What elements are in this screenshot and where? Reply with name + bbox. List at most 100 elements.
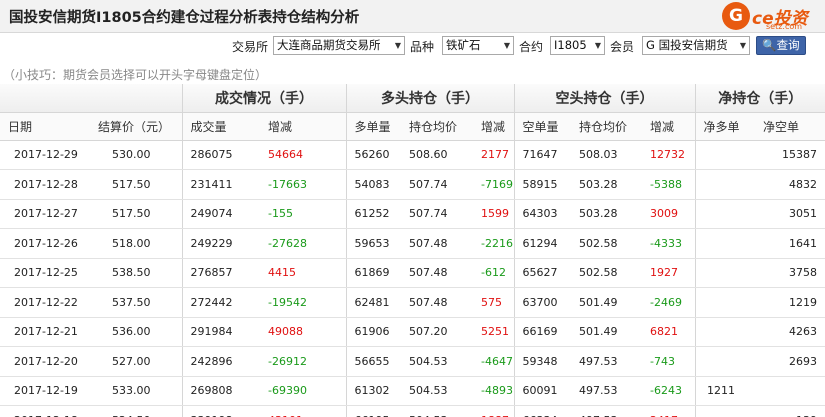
col-short-change[interactable]: 增减 <box>642 112 695 141</box>
exchange-select-value: 大连商品期货交易所 <box>277 38 381 52</box>
cell-net-long <box>694 287 755 318</box>
table-row: 2017-12-19 533.00 269808 -69390 61302 504.53-… <box>0 376 825 406</box>
cell-net-long <box>694 258 755 288</box>
table-group-header: 成交情况（手） 多头持仓（手） 空头持仓（手） 净持仓（手） <box>0 84 825 113</box>
table-row: 2017-12-28 517.50 231411 -17663 54083 507.74-… <box>0 169 825 200</box>
cell-long-avg: 507.74 <box>401 169 473 200</box>
col-volume-change[interactable]: 增减 <box>260 112 346 141</box>
contract-select[interactable]: I1805 ▼ <box>550 36 605 55</box>
cell-short-change: -743 <box>642 346 695 377</box>
exchange-label: 交易所 <box>232 40 269 54</box>
table-row: 2017-12-25 538.50 276857 4415 61869 507.48 -61… <box>0 258 825 288</box>
site-logo[interactable]: G ce投资 setz.com <box>722 2 822 32</box>
chevron-down-icon: ▼ <box>594 41 601 50</box>
table-row: 2017-12-22 537.50 272442 -19542 62481 507.48 5… <box>0 287 825 318</box>
cell-net-short: 1219 <box>755 287 825 318</box>
col-settle[interactable]: 结算价（元） <box>90 112 182 141</box>
cell-short-change: 6821 <box>642 317 695 347</box>
cell-volume: 339198 <box>181 405 260 417</box>
group-long: 多头持仓（手） <box>345 84 514 113</box>
col-long[interactable]: 多单量 <box>345 112 401 141</box>
cell-settle: 527.00 <box>90 346 182 377</box>
cell-settle: 524.50 <box>90 405 182 417</box>
cell-short: 59348 <box>513 346 571 377</box>
cell-long: 66195 <box>345 405 401 417</box>
cell-short-change: -4333 <box>642 228 695 259</box>
cell-net-short: 139 <box>755 405 825 417</box>
cell-long-change: -7169 <box>473 169 514 200</box>
col-short[interactable]: 空单量 <box>513 112 571 141</box>
col-long-avg[interactable]: 持仓均价 <box>401 112 473 141</box>
cell-settle: 536.00 <box>90 317 182 347</box>
cell-net-short: 3758 <box>755 258 825 288</box>
cell-long-avg: 507.48 <box>401 228 473 259</box>
col-volume[interactable]: 成交量 <box>181 112 260 141</box>
chevron-down-icon: ▼ <box>394 41 401 50</box>
col-net-long[interactable]: 净多单 <box>694 112 755 141</box>
cell-volume: 286075 <box>181 140 260 170</box>
query-button-label: 查询 <box>776 38 800 52</box>
cell-date: 2017-12-27 <box>0 199 90 229</box>
cell-long: 56655 <box>345 346 401 377</box>
cell-long-change: -4647 <box>473 346 514 377</box>
cell-net-long: 1211 <box>694 376 755 406</box>
variety-select[interactable]: 铁矿石 ▼ <box>442 36 514 55</box>
cell-net-short: 4263 <box>755 317 825 347</box>
cell-volume-change: 4415 <box>260 258 346 288</box>
cell-short-avg: 503.28 <box>571 169 642 200</box>
cell-volume: 242896 <box>181 346 260 377</box>
query-button[interactable]: 🔍查询 <box>756 36 806 55</box>
cell-short-avg: 508.03 <box>571 140 642 170</box>
cell-short: 66169 <box>513 317 571 347</box>
cell-long-change: -612 <box>473 258 514 288</box>
group-volume: 成交情况（手） <box>181 84 346 113</box>
cell-short: 65627 <box>513 258 571 288</box>
cell-short-change: 3009 <box>642 199 695 229</box>
cell-long: 59653 <box>345 228 401 259</box>
cell-settle: 533.00 <box>90 376 182 406</box>
cell-settle: 517.50 <box>90 169 182 200</box>
cell-short-change: 1927 <box>642 258 695 288</box>
variety-select-value: 铁矿石 <box>446 38 481 52</box>
cell-date: 2017-12-26 <box>0 228 90 259</box>
cell-long-avg: 507.74 <box>401 199 473 229</box>
member-select-value: G 国投安信期货 <box>646 38 728 52</box>
cell-settle: 530.00 <box>90 140 182 170</box>
col-short-avg[interactable]: 持仓均价 <box>571 112 642 141</box>
search-icon: 🔍 <box>762 38 777 52</box>
cell-date: 2017-12-21 <box>0 317 90 347</box>
title-bar: 国投安信期货I1805合约建仓过程分析表持仓结构分析 G ce投资 setz.c… <box>0 0 825 33</box>
cell-short-avg: 502.58 <box>571 258 642 288</box>
cell-long-avg: 504.53 <box>401 346 473 377</box>
col-date[interactable]: 日期 <box>0 112 90 141</box>
cell-long: 54083 <box>345 169 401 200</box>
cell-volume: 276857 <box>181 258 260 288</box>
member-label: 会员 <box>610 40 635 54</box>
cell-long-avg: 504.53 <box>401 405 473 417</box>
cell-volume-change: 54664 <box>260 140 346 170</box>
exchange-select[interactable]: 大连商品期货交易所 ▼ <box>273 36 405 55</box>
table-row: 2017-12-29 530.00 286075 54664 56260 508.60 21… <box>0 140 825 170</box>
cell-short: 71647 <box>513 140 571 170</box>
cell-net-short: 4832 <box>755 169 825 200</box>
cell-volume: 249074 <box>181 199 260 229</box>
col-net-short[interactable]: 净空单 <box>755 112 825 141</box>
member-select[interactable]: G 国投安信期货 ▼ <box>642 36 750 55</box>
cell-volume-change: -26912 <box>260 346 346 377</box>
cell-short: 61294 <box>513 228 571 259</box>
cell-volume: 272442 <box>181 287 260 318</box>
cell-net-long <box>694 228 755 259</box>
cell-settle: 538.50 <box>90 258 182 288</box>
cell-net-long <box>694 169 755 200</box>
contract-label: 合约 <box>519 40 544 54</box>
cell-volume-change: -19542 <box>260 287 346 318</box>
cell-date: 2017-12-18 <box>0 405 90 417</box>
cell-date: 2017-12-22 <box>0 287 90 318</box>
cell-volume-change: -69390 <box>260 376 346 406</box>
cell-net-long <box>694 405 755 417</box>
cell-long: 61869 <box>345 258 401 288</box>
col-long-change[interactable]: 增减 <box>473 112 514 141</box>
cell-long-avg: 504.53 <box>401 376 473 406</box>
cell-short-avg: 503.28 <box>571 199 642 229</box>
cell-short: 64303 <box>513 199 571 229</box>
